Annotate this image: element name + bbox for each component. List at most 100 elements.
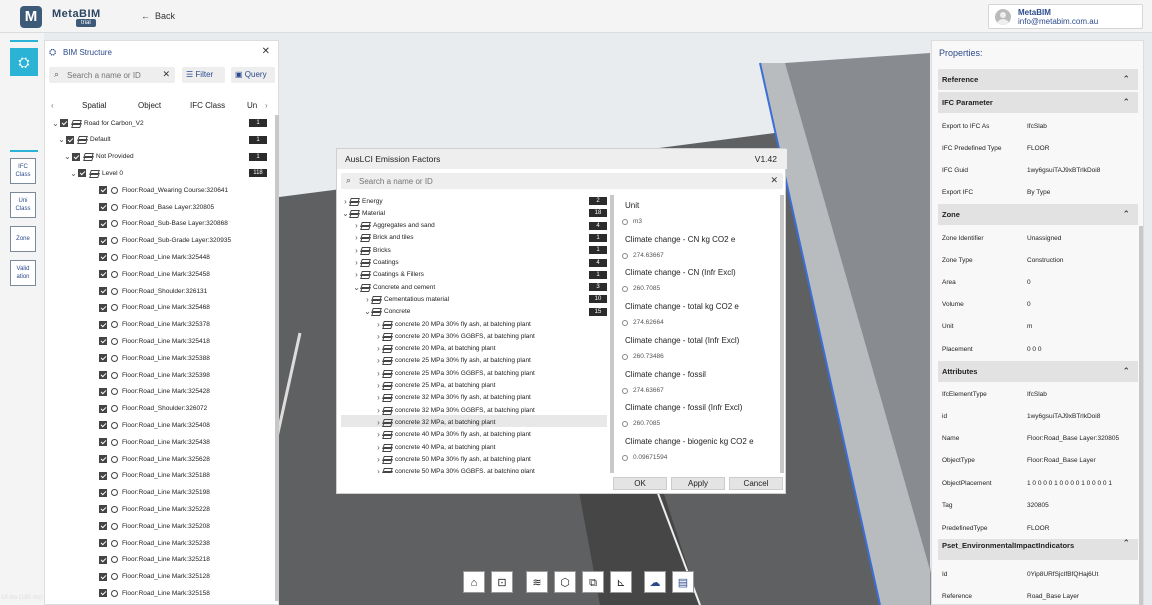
checkbox[interactable] <box>99 438 107 447</box>
tab-prev-icon[interactable]: ‹ <box>51 101 54 110</box>
emission-tree-item[interactable]: › concrete 50 MPa 30% fly ash, at batchin… <box>374 453 531 465</box>
search-input[interactable] <box>359 177 659 186</box>
property-section[interactable]: Attributes ⌃ <box>938 361 1138 382</box>
visibility-icon[interactable] <box>111 472 118 480</box>
visibility-icon[interactable] <box>111 421 118 429</box>
visibility-icon[interactable] <box>111 573 118 581</box>
checkbox[interactable] <box>99 421 107 430</box>
clear-icon[interactable]: ✕ <box>770 175 778 186</box>
checkbox[interactable] <box>99 337 107 346</box>
visibility-icon[interactable] <box>111 237 118 245</box>
emission-tree-item[interactable]: ⌄ Concrete <box>363 306 410 318</box>
tree-item[interactable]: Floor:Road_Line Mark:325378 <box>75 317 210 333</box>
scrollbar[interactable] <box>275 115 279 601</box>
checkbox[interactable] <box>99 354 107 363</box>
checkbox[interactable] <box>99 539 107 547</box>
visibility-icon[interactable] <box>111 354 118 362</box>
chevron-down-icon[interactable]: ⌄ <box>57 135 66 144</box>
tree-item[interactable]: Floor:Road_Sub-Grade Layer:320935 <box>75 233 231 249</box>
emission-tree-item[interactable]: › concrete 20 MPa 30% GGBFS, at batching … <box>374 330 535 342</box>
zone-button[interactable]: Zone <box>10 226 36 252</box>
detail-value[interactable]: 260.73486 <box>622 353 664 360</box>
emission-tree-item[interactable]: › Coatings <box>352 257 399 269</box>
scrollbar[interactable] <box>780 195 784 473</box>
uni-class-button[interactable]: Uni Class <box>10 192 36 218</box>
checkbox[interactable] <box>99 455 107 463</box>
property-section[interactable]: Pset_EnvironmentalImpactIndicators ⌃ <box>938 539 1138 560</box>
property-section[interactable]: Reference ⌃ <box>938 69 1138 90</box>
tree-item[interactable]: Floor:Road_Line Mark:325458 <box>75 266 210 282</box>
checkbox[interactable] <box>99 186 107 195</box>
checkbox[interactable] <box>99 270 107 279</box>
emission-tree-item[interactable]: › concrete 32 MPa, at batching plant <box>374 416 495 428</box>
visibility-icon[interactable] <box>111 522 118 530</box>
checkbox[interactable] <box>99 505 107 514</box>
tree-item[interactable]: Floor:Road_Line Mark:325388 <box>75 350 210 366</box>
checkbox[interactable] <box>99 589 107 598</box>
checkbox[interactable] <box>99 371 107 379</box>
emission-tree-item[interactable]: › concrete 50 MPa 30% GGBFS, at batching … <box>374 466 535 473</box>
checkbox[interactable] <box>66 135 74 144</box>
checkbox[interactable] <box>99 572 107 581</box>
search-input[interactable] <box>67 71 167 80</box>
checkbox[interactable] <box>99 522 107 531</box>
tree-item[interactable]: ⌄ Level 0 <box>69 165 123 181</box>
cloud-upload-icon[interactable]: ☁ <box>644 571 666 593</box>
tree-item[interactable]: ⌄ Default <box>57 132 110 148</box>
checkbox[interactable] <box>99 253 107 262</box>
tab-next-icon[interactable]: › <box>265 101 268 110</box>
tab-object[interactable]: Object <box>138 101 161 110</box>
home-icon[interactable]: ⌂ <box>463 571 485 593</box>
cancel-button[interactable]: Cancel <box>729 477 783 490</box>
property-section[interactable]: Zone ⌃ <box>938 204 1138 225</box>
scrollbar[interactable] <box>1139 226 1143 605</box>
emission-tree-item[interactable]: › concrete 40 MPa, at batching plant <box>374 441 495 453</box>
clear-icon[interactable]: ✕ <box>162 69 170 80</box>
visibility-icon[interactable] <box>111 186 118 194</box>
detail-value[interactable]: 274.62664 <box>622 319 664 327</box>
visibility-icon[interactable] <box>111 589 118 597</box>
tree-item[interactable]: Floor:Road_Line Mark:325398 <box>75 367 210 383</box>
visibility-icon[interactable] <box>111 371 118 379</box>
emission-tree-item[interactable]: › concrete 40 MPa 30% fly ash, at batchin… <box>374 429 531 441</box>
visibility-icon[interactable] <box>111 556 118 564</box>
detail-value[interactable]: 274.63667 <box>622 252 664 259</box>
tree-item[interactable]: Floor:Road_Shoulder:326072 <box>75 401 207 417</box>
detail-value[interactable]: m3 <box>621 218 642 225</box>
chevron-up-icon[interactable]: ⌃ <box>1122 69 1130 90</box>
detail-value[interactable]: 260.7085 <box>621 285 660 293</box>
visibility-icon[interactable] <box>111 337 118 345</box>
emission-tree-item[interactable]: ⌄ Concrete and cement <box>352 281 435 293</box>
chevron-up-icon[interactable]: ⌃ <box>1122 539 1130 548</box>
checkbox[interactable] <box>99 320 107 329</box>
tree-item[interactable]: Floor:Road_Line Mark:325408 <box>75 417 210 433</box>
bim-structure-icon[interactable]: ⛭ <box>10 48 38 76</box>
emission-tree-item[interactable]: › concrete 32 MPa 30% GGBFS, at batching … <box>374 404 535 416</box>
tree-item[interactable]: Floor:Road_Line Mark:325228 <box>75 501 210 517</box>
emission-tree-item[interactable]: › Energy <box>341 195 382 207</box>
checkbox[interactable] <box>99 555 107 564</box>
emission-tree-item[interactable]: › Cementatious material <box>363 293 449 305</box>
tree-item[interactable]: ⌄ Not Provided <box>63 149 133 165</box>
tree-item[interactable]: Floor:Road_Shoulder:326131 <box>75 283 207 299</box>
emission-tree-item[interactable]: › Brick and tiles <box>352 232 413 244</box>
tree-item[interactable]: Floor:Road_Base Layer:320805 <box>75 199 214 215</box>
checkbox[interactable] <box>99 303 107 312</box>
tree-item[interactable]: Floor:Road_Sub-Base Layer:320868 <box>75 216 228 232</box>
layers-icon[interactable]: ≋ <box>526 571 548 593</box>
tree-item[interactable]: Floor:Road_Line Mark:325468 <box>75 300 210 316</box>
detail-value[interactable]: 260.7085 <box>621 420 660 428</box>
checkbox[interactable] <box>99 404 107 413</box>
validation-button[interactable]: Valid ation <box>10 260 36 286</box>
tree-item[interactable]: Floor:Road_Line Mark:325628 <box>75 451 210 467</box>
tree-item[interactable]: Floor:Road_Line Mark:325208 <box>75 518 210 534</box>
visibility-icon[interactable] <box>111 489 118 497</box>
property-section[interactable]: IFC Parameter ⌃ <box>938 92 1138 113</box>
chevron-up-icon[interactable]: ⌃ <box>1122 361 1130 382</box>
visibility-icon[interactable] <box>111 405 118 413</box>
visibility-icon[interactable] <box>111 220 118 228</box>
tree-item[interactable]: Floor:Road_Line Mark:325198 <box>75 485 210 501</box>
user-menu[interactable]: MetaBIM info@metabim.com.au <box>988 4 1143 29</box>
focus-icon[interactable]: ⊡ <box>491 571 513 593</box>
checkbox[interactable] <box>99 203 107 211</box>
